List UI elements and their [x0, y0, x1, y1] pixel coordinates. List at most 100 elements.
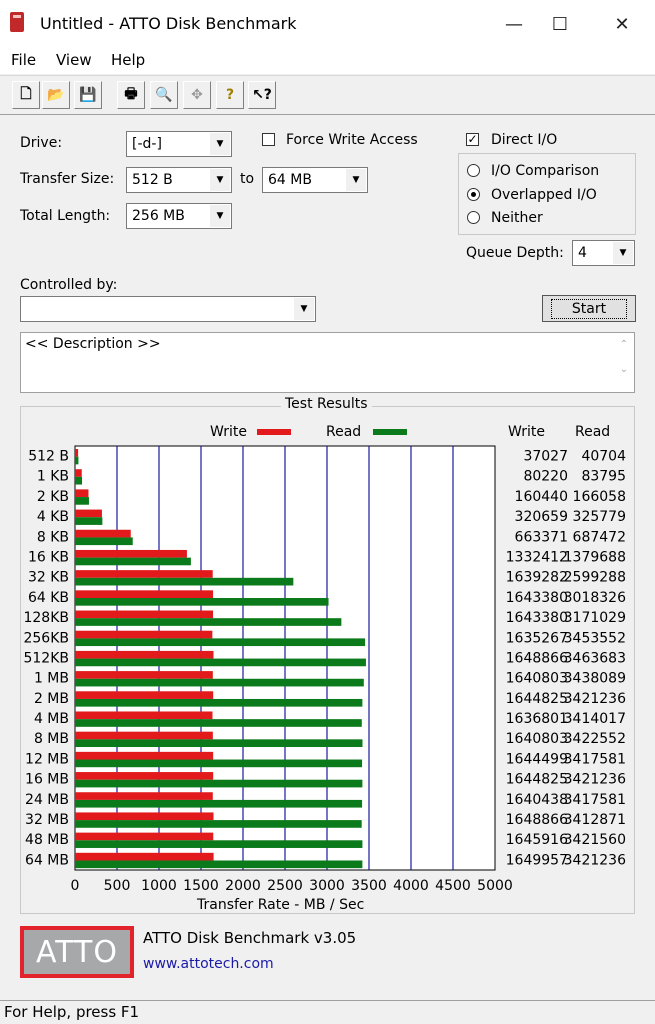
- write-bar: [75, 751, 214, 760]
- write-value: 1332412: [506, 549, 568, 565]
- x-tick-label: 3000: [309, 878, 345, 894]
- read-bar: [75, 557, 191, 566]
- category-label: 64 KB: [28, 590, 69, 606]
- write-value: 1644825: [506, 772, 568, 788]
- write-bar: [75, 772, 214, 780]
- read-bar: [75, 840, 363, 848]
- write-value: 1644499: [506, 751, 568, 767]
- write-bar: [75, 630, 213, 639]
- read-value: 3438089: [564, 671, 626, 687]
- read-bar: [75, 799, 363, 808]
- x-tick-label: 1500: [183, 878, 219, 894]
- write-value: 1640438: [506, 792, 568, 808]
- write-value: 1635267: [506, 630, 568, 646]
- read-bar: [75, 820, 362, 828]
- category-label: 2 MB: [34, 691, 69, 707]
- category-label: 16 MB: [25, 772, 69, 788]
- read-value: 3422552: [564, 731, 626, 747]
- read-value: 3412871: [564, 812, 626, 828]
- logo-text: ATTO: [36, 934, 118, 970]
- write-value: 37027: [523, 449, 568, 465]
- read-bar: [75, 678, 364, 687]
- x-tick-label: 5000: [477, 878, 513, 894]
- write-value: 80220: [523, 469, 568, 485]
- category-label: 64 MB: [25, 852, 69, 868]
- x-tick-label: 0: [71, 878, 80, 894]
- write-bar: [75, 549, 187, 558]
- write-bar: [75, 832, 214, 841]
- x-tick-label: 1000: [141, 878, 177, 894]
- read-bar: [75, 577, 294, 586]
- write-value: 1644825: [506, 691, 568, 707]
- category-label: 16 KB: [28, 549, 69, 565]
- read-bar: [75, 860, 363, 869]
- category-label: 1 KB: [37, 469, 69, 485]
- write-value: 1648866: [506, 650, 568, 666]
- write-value: 1636801: [506, 711, 568, 727]
- category-label: 32 MB: [25, 812, 69, 828]
- write-value: 663371: [515, 529, 568, 545]
- category-label: 4 KB: [37, 509, 69, 525]
- read-value: 325779: [573, 509, 626, 525]
- read-value: 3463683: [564, 650, 626, 666]
- read-value: 3421236: [564, 852, 626, 868]
- website-link[interactable]: www.attotech.com: [143, 956, 274, 972]
- write-bar: [75, 812, 214, 821]
- read-bar: [75, 618, 342, 626]
- category-label: 512 B: [28, 449, 69, 465]
- write-bar: [75, 509, 102, 518]
- read-value: 3421560: [564, 832, 626, 848]
- write-bar: [75, 691, 214, 699]
- x-tick-label: 4000: [393, 878, 429, 894]
- read-bar: [75, 638, 366, 647]
- write-value: 160440: [515, 489, 568, 505]
- category-label: 8 KB: [37, 529, 69, 545]
- write-value: 1649957: [506, 852, 568, 868]
- read-value: 83795: [581, 469, 626, 485]
- read-bar: [75, 497, 89, 505]
- write-value: 1640803: [506, 731, 568, 747]
- read-bar: [75, 759, 363, 768]
- write-bar: [75, 590, 214, 599]
- read-bar: [75, 779, 363, 788]
- x-tick-label: 500: [104, 878, 131, 894]
- write-bar: [75, 852, 214, 861]
- read-value: 3417581: [564, 792, 626, 808]
- read-value: 3171029: [564, 610, 626, 626]
- write-value: 1648866: [506, 812, 568, 828]
- status-text: For Help, press F1: [4, 1003, 140, 1021]
- write-bar: [75, 529, 131, 538]
- read-bar: [75, 517, 103, 525]
- write-bar: [75, 570, 213, 578]
- read-bar: [75, 598, 329, 606]
- x-tick-label: 2000: [225, 878, 261, 894]
- transfer-rate-chart: 0 500 1000 1500 2000 2500 3000 3500 4000 4500 5000…: [23, 445, 626, 894]
- read-value: 40704: [581, 449, 626, 465]
- write-bar: [75, 650, 214, 659]
- write-value: 1643380: [506, 590, 568, 606]
- write-value: 1639282: [506, 570, 568, 586]
- category-label: 12 MB: [25, 751, 69, 767]
- category-label: 32 KB: [28, 570, 69, 586]
- write-value: 1645916: [506, 832, 568, 848]
- read-bar: [75, 658, 366, 667]
- category-label: 512KB: [23, 650, 69, 666]
- write-bar: [75, 731, 213, 740]
- read-value: 2599288: [564, 570, 626, 586]
- category-label: 48 MB: [25, 832, 69, 848]
- x-axis-label: Transfer Rate - MB / Sec: [197, 897, 365, 913]
- status-divider: [0, 1000, 655, 1001]
- read-value: 3421236: [564, 691, 626, 707]
- read-value: 3414017: [564, 711, 626, 727]
- read-bar: [75, 537, 133, 546]
- read-bar: [75, 698, 363, 707]
- read-bar: [75, 456, 79, 465]
- category-label: 4 MB: [34, 711, 69, 727]
- read-value: 3453552: [564, 630, 626, 646]
- category-label: 2 KB: [37, 489, 69, 505]
- read-value: 166058: [573, 489, 626, 505]
- write-bar: [75, 792, 213, 800]
- category-label: 8 MB: [34, 731, 69, 747]
- write-bar: [75, 449, 79, 457]
- read-bar: [75, 719, 362, 727]
